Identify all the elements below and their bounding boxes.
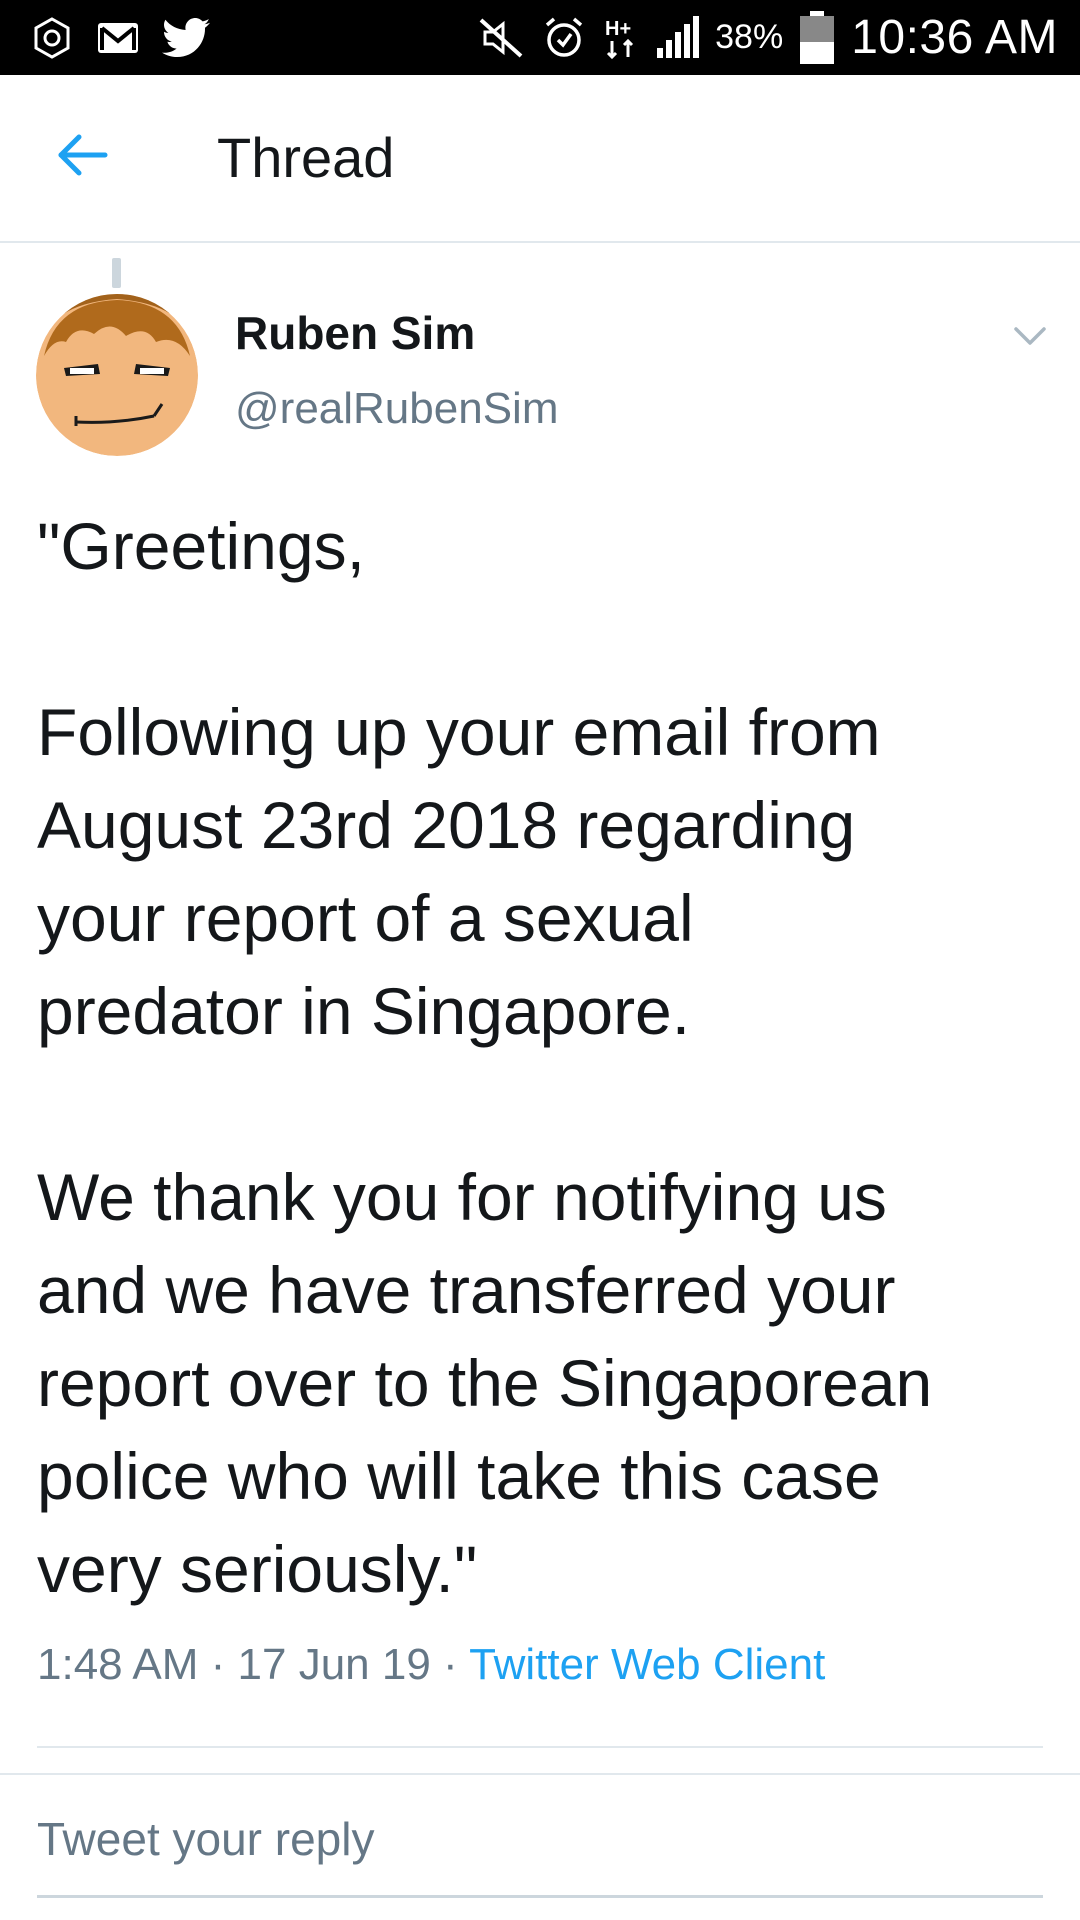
tweet-text: "Greetings, Following up your email from… bbox=[37, 500, 1047, 1616]
svg-text:H+: H+ bbox=[605, 18, 631, 40]
divider bbox=[37, 1746, 1043, 1748]
tweet-metadata: 1:48 AM · 17 Jun 19 · Twitter Web Client bbox=[37, 1640, 825, 1690]
meta-separator: · bbox=[430, 1640, 470, 1689]
thread-connector-line bbox=[112, 258, 121, 288]
author-name[interactable]: Ruben Sim bbox=[235, 306, 475, 360]
tweet-date: 17 Jun 19 bbox=[237, 1640, 431, 1689]
mute-icon bbox=[477, 16, 525, 60]
tweet-text-line: and we have transferred your bbox=[37, 1253, 896, 1327]
app-header: Thread bbox=[0, 75, 1080, 243]
back-button[interactable] bbox=[48, 127, 118, 187]
tweet-options-button[interactable] bbox=[1010, 320, 1050, 356]
clock: 10:36 AM bbox=[851, 11, 1058, 64]
page-title: Thread bbox=[217, 126, 395, 189]
chevron-down-icon bbox=[1013, 325, 1047, 352]
tweet-text-line: report over to the Singaporean bbox=[37, 1346, 933, 1420]
twitter-icon bbox=[162, 17, 210, 58]
battery-icon bbox=[799, 10, 835, 65]
alarm-icon bbox=[541, 15, 587, 61]
arrow-left-icon bbox=[57, 133, 109, 182]
tweet-text-line: Following up your email from bbox=[37, 695, 881, 769]
network-hplus-icon: H+ bbox=[603, 15, 639, 61]
author-handle[interactable]: @realRubenSim bbox=[235, 384, 558, 434]
tweet-text-line: your report of a sexual bbox=[37, 881, 694, 955]
meta-separator: · bbox=[198, 1640, 238, 1689]
divider bbox=[0, 1773, 1080, 1775]
battery-percent: 38% bbox=[715, 18, 784, 56]
reply-input[interactable]: Tweet your reply bbox=[37, 1812, 1043, 1898]
status-bar: H+ 38% 10:36 AM bbox=[0, 0, 1080, 75]
tweet-text-line: very seriously." bbox=[37, 1532, 478, 1606]
tweet-text-line: August 23rd 2018 regarding bbox=[37, 788, 856, 862]
settings-icon bbox=[30, 16, 74, 60]
tweet-client-link[interactable]: Twitter Web Client bbox=[469, 1640, 825, 1689]
avatar[interactable] bbox=[36, 294, 198, 456]
tweet-text-line: "Greetings, bbox=[37, 509, 365, 583]
tweet-text-line: police who will take this case bbox=[37, 1439, 881, 1513]
tweet-text-line: predator in Singapore. bbox=[37, 974, 691, 1048]
gmail-icon bbox=[96, 20, 140, 56]
signal-icon bbox=[655, 15, 700, 60]
tweet-text-line: We thank you for notifying us bbox=[37, 1160, 887, 1234]
tweet-time: 1:48 AM bbox=[37, 1640, 199, 1689]
